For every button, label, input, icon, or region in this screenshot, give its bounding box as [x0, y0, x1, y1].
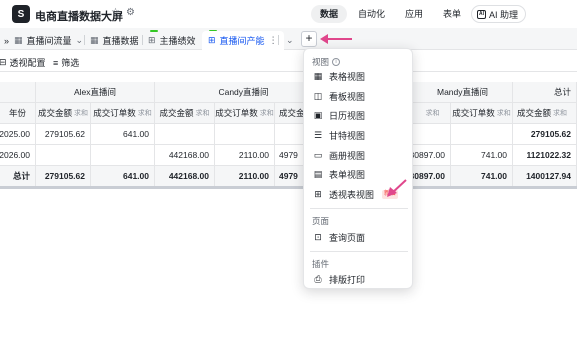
filter-label: 筛选: [61, 58, 80, 68]
grid-view-icon: ▦: [313, 71, 323, 81]
table-cell[interactable]: [413, 124, 451, 145]
form-view-icon: ▤: [313, 169, 323, 179]
chevron-down-icon[interactable]: ⌄: [76, 35, 84, 46]
tab-label: 直播间流量: [26, 36, 72, 46]
table-cell[interactable]: 279105.62: [36, 124, 91, 145]
nav-tabs: 数据 自动化 应用 表单: [311, 5, 470, 23]
add-view-button[interactable]: +: [301, 31, 317, 47]
filter-button[interactable]: ≡ 筛选: [53, 56, 79, 69]
settings-icon[interactable]: ⚙: [126, 7, 135, 18]
nav-tab-apps[interactable]: 应用: [396, 5, 432, 23]
top-bar: S 电商直播数据大屏 ☆ ⚙ 数据 自动化 应用 表单 AI AI 助理: [0, 0, 577, 28]
nav-tab-automation[interactable]: 自动化: [349, 5, 394, 23]
tab-label: 直播数据: [102, 36, 139, 46]
total-cell[interactable]: 2110.00: [215, 166, 275, 187]
menu-item-gantt-view[interactable]: ☰ 甘特视图: [308, 126, 410, 144]
total-row-label: 总计: [0, 166, 36, 187]
pivot-config-label: 透视配置: [9, 58, 46, 68]
tab-live-data[interactable]: ▦ 直播数据: [84, 31, 145, 50]
horizontal-scrollbar[interactable]: [0, 186, 577, 189]
table-tabs-bar: » ▦ 直播间流量 ⌄ ▦ 直播数据 ⊞ 主播绩效 ⊞ 直播间产能 ⋮ ⌄: [0, 28, 577, 50]
app-title[interactable]: 电商直播数据大屏: [35, 8, 123, 24]
nav-tab-forms[interactable]: 表单: [434, 5, 470, 23]
table-icon: ▦: [90, 35, 99, 45]
table-cell[interactable]: [91, 145, 155, 166]
tab-live-traffic[interactable]: ▦ 直播间流量 ⌄: [8, 31, 89, 50]
nav-tab-data[interactable]: 数据: [311, 5, 348, 23]
corner-cell: [0, 82, 36, 103]
tab-divider: [278, 35, 279, 45]
menu-item-calendar-view[interactable]: ▣ 日历视图: [308, 106, 410, 124]
pivot-icon: ⊞: [148, 35, 156, 45]
tab-host-performance[interactable]: ⊞ 主播绩效: [142, 31, 202, 50]
table-cell[interactable]: 80897.00: [413, 145, 451, 166]
filter-icon: ≡: [53, 57, 59, 68]
metric-header: 成交金额 求和: [155, 103, 215, 124]
menu-divider: [310, 251, 408, 252]
gantt-view-icon: ☰: [313, 130, 323, 140]
menu-item-grid-view[interactable]: ▦ 表格视图: [308, 67, 410, 85]
search-page-icon: ⊡: [314, 232, 322, 242]
table-cell[interactable]: [155, 124, 215, 145]
table-icon: ▦: [14, 35, 23, 45]
menu-item-print-layout[interactable]: ⎙ 排版打印: [308, 270, 410, 288]
pivot-view-icon: ⊞: [314, 189, 322, 199]
pivot-icon: ⊞: [208, 35, 216, 45]
row-year: 2026.00: [0, 145, 36, 166]
metric-header: 求和: [413, 103, 451, 124]
table-cell[interactable]: 1121022.32: [513, 145, 577, 166]
annotation-arrow-icon: [387, 179, 407, 197]
gallery-view-icon: ▭: [313, 150, 323, 160]
metric-header: 成交金额 求和: [36, 103, 91, 124]
menu-item-kanban-view[interactable]: ◫ 看板视图: [308, 87, 410, 105]
metric-header: 成交订单数 求和: [91, 103, 155, 124]
total-cell[interactable]: 80897.00: [413, 166, 451, 187]
group-header-total: 总计: [513, 82, 577, 103]
kanban-view-icon: ◫: [313, 91, 323, 101]
table-cell[interactable]: 442168.00: [155, 145, 215, 166]
table-cell[interactable]: 279105.62: [513, 124, 577, 145]
table-cell[interactable]: [36, 145, 91, 166]
calendar-view-icon: ▣: [313, 110, 323, 120]
menu-item-search-page[interactable]: ⊡ 查询页面: [308, 228, 410, 246]
tabs-overflow-chevron-icon[interactable]: ⌄: [280, 31, 300, 50]
group-header-alex: Alex直播间: [36, 82, 155, 103]
add-view-menu: 视图 i ▦ 表格视图 ◫ 看板视图 ▣ 日历视图 ☰ 甘特视图 ▭ 画册视图 …: [303, 48, 413, 289]
total-cell[interactable]: 741.00: [451, 166, 513, 187]
total-cell[interactable]: 442168.00: [155, 166, 215, 187]
metric-header: 成交订单数 求和: [215, 103, 275, 124]
menu-divider: [310, 208, 408, 209]
more-icon[interactable]: ⋮: [269, 35, 278, 46]
ai-assistant-button[interactable]: AI AI 助理: [471, 5, 527, 23]
table-cell[interactable]: [451, 124, 513, 145]
row-year: 2025.00: [0, 124, 36, 145]
group-header-mandy: Mandy直播间: [413, 82, 513, 103]
table-cell[interactable]: [215, 124, 275, 145]
view-toolbar: ⊟ 透视配置 ≡ 筛选: [0, 51, 577, 72]
pivot-config-button[interactable]: ⊟ 透视配置: [0, 56, 46, 69]
print-icon: ⎙: [314, 274, 322, 284]
tab-label: 直播间产能: [219, 36, 265, 46]
pin-icon[interactable]: ☆: [111, 7, 120, 18]
app-logo[interactable]: S: [12, 5, 30, 23]
table-cell[interactable]: 641.00: [91, 124, 155, 145]
table-cell[interactable]: 741.00: [451, 145, 513, 166]
metric-header: 成交金额 求和: [513, 103, 577, 124]
menu-section-pages: 页面: [312, 216, 330, 226]
pivot-config-icon: ⊟: [0, 57, 7, 67]
row-header-year: 年份: [0, 103, 36, 124]
menu-item-gallery-view[interactable]: ▭ 画册视图: [308, 146, 410, 164]
table-cell[interactable]: 2110.00: [215, 145, 275, 166]
ai-assistant-label: AI 助理: [489, 9, 519, 20]
info-icon[interactable]: i: [332, 58, 341, 66]
total-cell[interactable]: 1400127.94: [513, 166, 577, 187]
tab-label: 主播绩效: [159, 36, 196, 46]
tab-live-capacity[interactable]: ⊞ 直播间产能 ⋮: [202, 31, 284, 50]
total-cell[interactable]: 279105.62: [36, 166, 91, 187]
annotation-arrow-icon: [320, 34, 352, 44]
ai-icon: AI: [477, 9, 486, 19]
metric-header: 成交订单数 求和: [451, 103, 513, 124]
total-cell[interactable]: 641.00: [91, 166, 155, 187]
menu-section-plugins: 插件: [312, 259, 330, 269]
